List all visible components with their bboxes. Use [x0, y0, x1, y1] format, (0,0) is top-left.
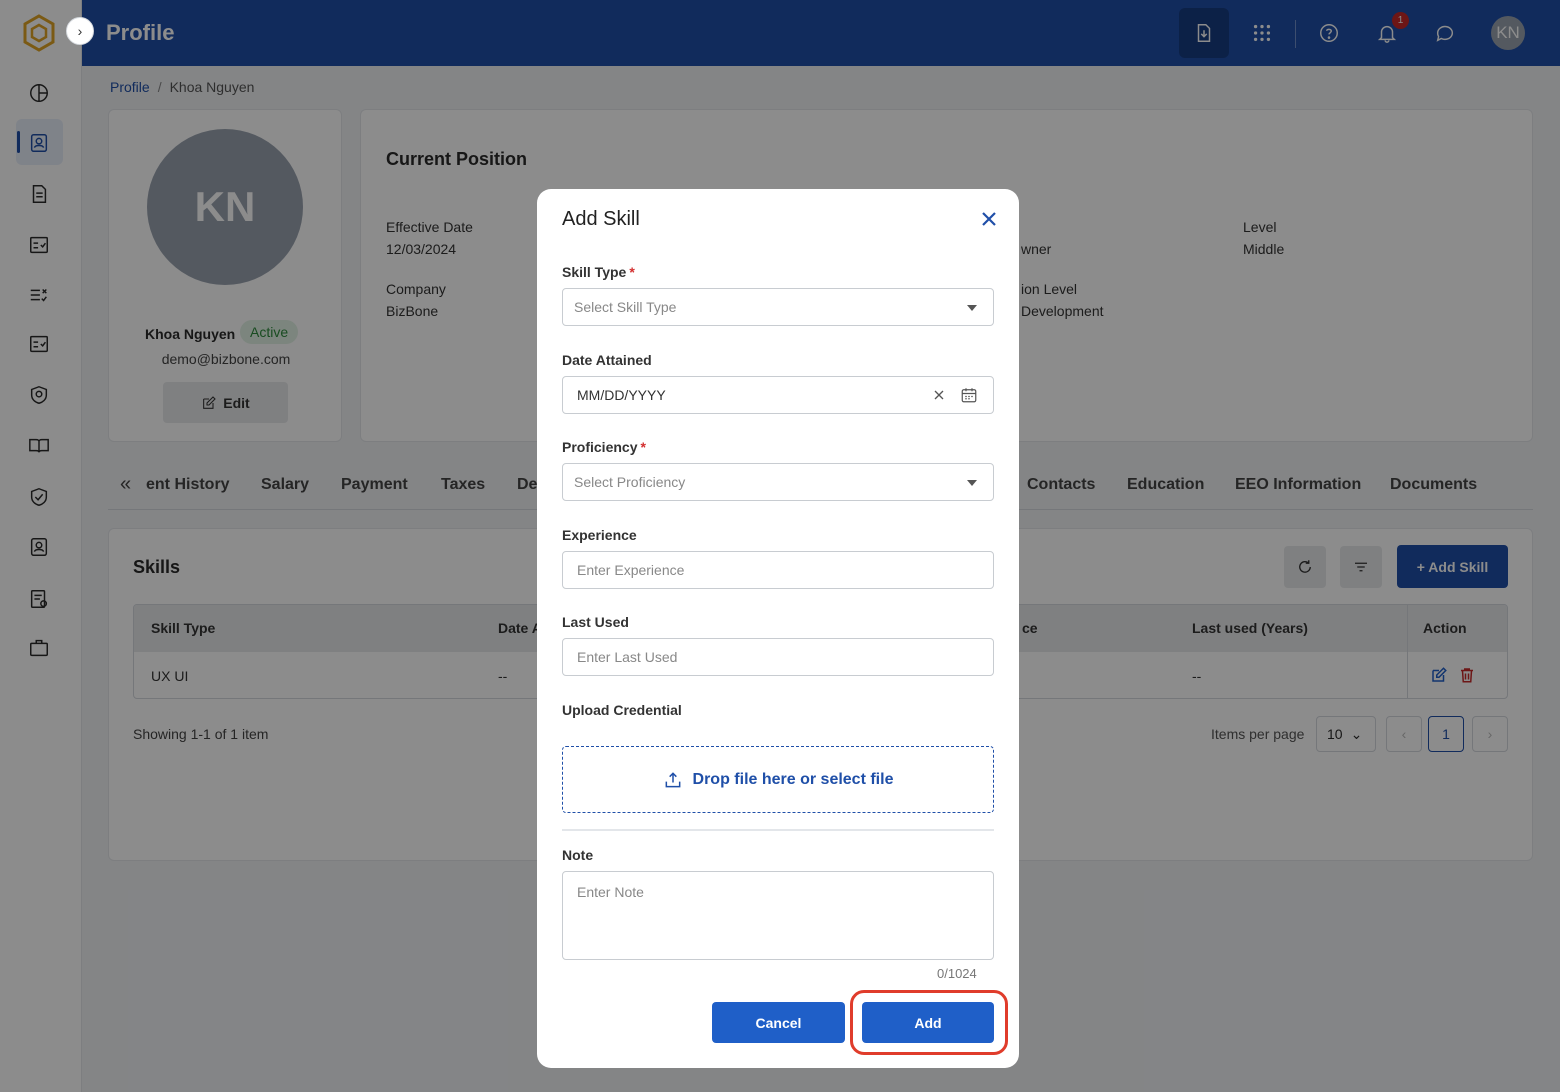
skill-type-select[interactable]: Select Skill Type	[562, 288, 994, 326]
date-attained-input[interactable]: MM/DD/YYYY	[562, 376, 994, 414]
clear-date-icon[interactable]	[931, 387, 947, 403]
skill-type-label: Skill Type *	[562, 264, 635, 280]
caret-down-icon	[967, 305, 977, 311]
proficiency-label: Proficiency *	[562, 439, 646, 455]
date-attained-label: Date Attained	[562, 352, 652, 368]
close-icon[interactable]	[977, 207, 1001, 231]
last-used-input[interactable]: Enter Last Used	[562, 638, 994, 676]
proficiency-select[interactable]: Select Proficiency	[562, 463, 994, 501]
note-placeholder: Enter Note	[577, 884, 644, 900]
proficiency-placeholder: Select Proficiency	[574, 474, 686, 490]
section-divider	[562, 829, 994, 831]
skill-type-placeholder: Select Skill Type	[574, 299, 677, 315]
upload-icon	[665, 771, 680, 787]
calendar-icon[interactable]	[960, 386, 978, 404]
sidebar-expand-button[interactable]: ›	[66, 17, 94, 45]
date-placeholder: MM/DD/YYYY	[577, 387, 666, 403]
file-dropzone[interactable]: Drop file here or select file	[562, 746, 994, 813]
add-button-highlight	[850, 990, 1008, 1055]
add-skill-dialog: Add Skill Skill Type * Select Skill Type …	[537, 189, 1019, 1068]
experience-input[interactable]: Enter Experience	[562, 551, 994, 589]
experience-placeholder: Enter Experience	[577, 562, 685, 578]
note-textarea[interactable]: Enter Note	[562, 871, 994, 960]
note-label: Note	[562, 847, 594, 863]
required-mark: *	[629, 264, 635, 280]
caret-down-icon	[967, 480, 977, 486]
last-used-label: Last Used	[562, 614, 629, 630]
dropzone-text: Drop file here or select file	[692, 770, 894, 788]
experience-label: Experience	[562, 527, 637, 543]
upload-credential-label: Upload Credential	[562, 702, 682, 718]
note-char-count: 0/1024	[937, 966, 977, 981]
last-used-placeholder: Enter Last Used	[577, 649, 678, 665]
cancel-button[interactable]: Cancel	[712, 1002, 845, 1043]
chevron-right-icon: ›	[77, 23, 83, 39]
dialog-title: Add Skill	[562, 208, 640, 230]
required-mark: *	[640, 439, 646, 455]
